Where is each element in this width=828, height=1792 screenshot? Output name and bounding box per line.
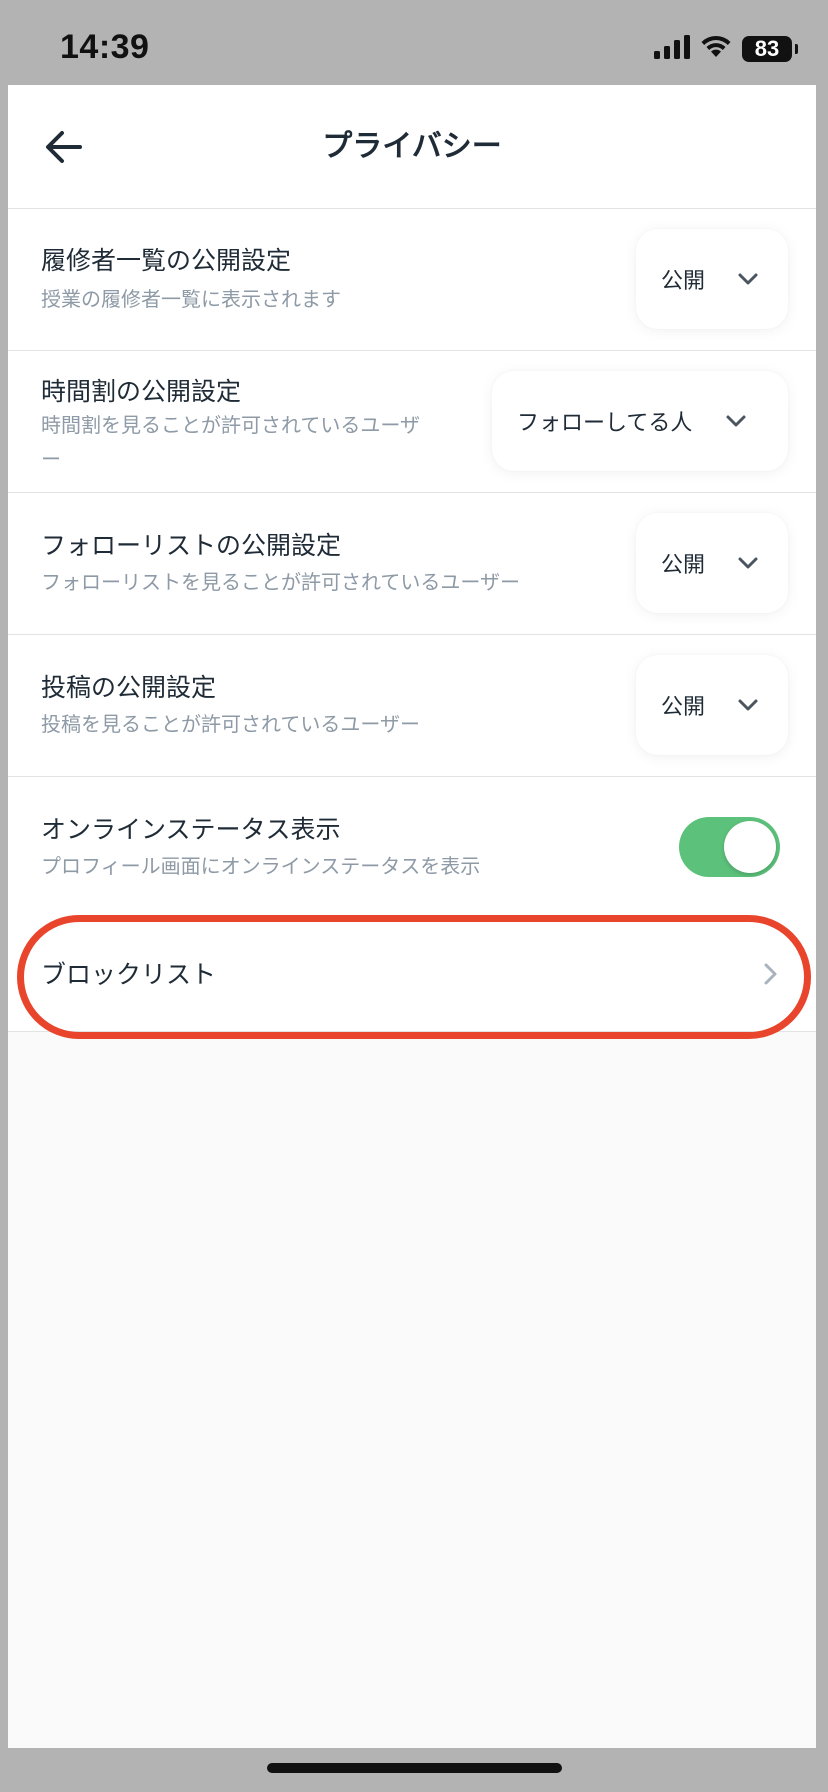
- signal-icon: [654, 35, 690, 63]
- chevron-down-icon: [724, 409, 748, 433]
- posts-visibility-title: 投稿の公開設定: [41, 673, 217, 702]
- home-indicator: [267, 1763, 562, 1773]
- chevron-down-icon: [737, 267, 759, 291]
- status-bar: 14:39 83: [0, 0, 828, 85]
- online-status-row: オンラインステータス表示 プロフィール画面にオンラインステータスを表示: [8, 777, 816, 919]
- online-status-toggle[interactable]: [679, 817, 780, 877]
- posts-visibility-row: 投稿の公開設定 投稿を見ることが許可されているユーザー 公開: [8, 635, 816, 777]
- toggle-knob: [724, 821, 776, 873]
- chevron-down-icon: [737, 551, 759, 575]
- posts-visibility-value: 公開: [661, 695, 706, 720]
- timetable-description-line1: 時間割を見ることが許可されているユーザ: [41, 413, 420, 437]
- timetable-visibility-description: 時間割を見ることが許可されているユーザ ー: [41, 408, 420, 476]
- follow-list-visibility-description: フォローリストを見ることが許可されているユーザー: [41, 570, 520, 594]
- timetable-description-line2: ー: [41, 447, 61, 471]
- follow-list-visibility-row: フォローリストの公開設定 フォローリストを見ることが許可されているユーザー 公開: [8, 493, 816, 635]
- posts-visibility-dropdown[interactable]: 公開: [636, 655, 788, 755]
- follow-list-visibility-dropdown[interactable]: 公開: [636, 513, 788, 613]
- back-button[interactable]: [40, 123, 88, 171]
- page-title: プライバシー: [322, 129, 502, 164]
- roster-visibility-value: 公開: [661, 269, 706, 294]
- posts-visibility-description: 投稿を見ることが許可されているユーザー: [41, 712, 420, 736]
- wifi-icon: [700, 35, 732, 63]
- online-status-description: プロフィール画面にオンラインステータスを表示: [41, 854, 481, 878]
- roster-visibility-title: 履修者一覧の公開設定: [41, 246, 292, 275]
- timetable-visibility-row: 時間割の公開設定 時間割を見ることが許可されているユーザ ー フォローしてる人: [8, 351, 816, 493]
- timetable-visibility-value: フォローしてる人: [517, 411, 693, 436]
- timetable-visibility-dropdown[interactable]: フォローしてる人: [492, 371, 788, 471]
- online-status-title: オンラインステータス表示: [41, 815, 341, 844]
- timetable-visibility-title: 時間割の公開設定: [41, 377, 242, 406]
- roster-visibility-dropdown[interactable]: 公開: [636, 229, 788, 329]
- chevron-down-icon: [737, 693, 759, 717]
- roster-visibility-description: 授業の履修者一覧に表示されます: [41, 287, 341, 311]
- follow-list-visibility-title: フォローリストの公開設定: [41, 531, 342, 560]
- block-list-row[interactable]: ブロックリスト: [8, 918, 816, 1032]
- privacy-settings-screen: プライバシー 履修者一覧の公開設定 授業の履修者一覧に表示されます 公開 時間割…: [8, 85, 816, 1748]
- arrow-left-icon: [46, 131, 82, 163]
- navigation-bar: プライバシー: [8, 85, 816, 209]
- block-list-label: ブロックリスト: [41, 960, 217, 989]
- status-icons: 83: [654, 33, 798, 65]
- roster-visibility-row: 履修者一覧の公開設定 授業の履修者一覧に表示されます 公開: [8, 209, 816, 351]
- follow-list-visibility-value: 公開: [661, 553, 706, 578]
- status-time: 14:39: [60, 28, 150, 66]
- battery-icon: 83: [742, 36, 798, 62]
- chevron-right-icon: [764, 963, 777, 985]
